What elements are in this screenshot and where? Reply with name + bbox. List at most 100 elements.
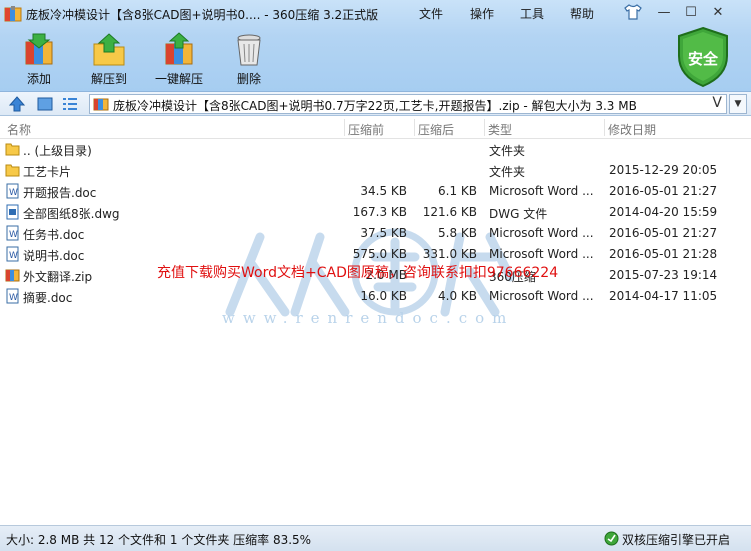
- file-name: .. (上级目录): [23, 144, 92, 158]
- file-name: 全部图纸8张.dwg: [23, 207, 120, 221]
- archive-icon: [93, 98, 109, 111]
- list-item[interactable]: W 开题报告.doc 34.5 KB 6.1 KB Microsoft Word…: [0, 181, 751, 202]
- add-label: 添加: [26, 72, 51, 86]
- column-divider[interactable]: [414, 119, 415, 136]
- thumbnail-view-icon[interactable]: [36, 95, 54, 113]
- file-size-after: 5.8 KB: [438, 226, 477, 240]
- file-list: 名称 压缩前 压缩后 类型 修改日期 .. (上级目录) 文件夹 工艺卡片 文件…: [0, 117, 751, 525]
- word-doc-icon: W: [6, 288, 19, 304]
- add-archive-icon: [25, 33, 53, 65]
- security-label: 安全: [687, 50, 718, 68]
- menu-tools[interactable]: 工具: [520, 5, 544, 22]
- watermark-red-text: 充值下载购买Word文档+CAD图原稿，咨询联系扣扣97666224: [157, 265, 559, 281]
- file-type: 文件夹: [489, 165, 526, 179]
- file-type: Microsoft Word ...: [489, 226, 594, 240]
- file-size-after: 6.1 KB: [438, 184, 477, 198]
- file-type: DWG 文件: [489, 207, 548, 221]
- list-item[interactable]: W 摘要.doc 16.0 KB 4.0 KB Microsoft Word .…: [0, 286, 751, 307]
- file-size-before: 16.0 KB: [360, 289, 407, 303]
- word-doc-icon: W: [6, 183, 19, 199]
- engine-status[interactable]: 双核压缩引擎已开启: [604, 530, 744, 548]
- file-type: Microsoft Word ...: [489, 247, 594, 261]
- file-date: 2014-04-20 15:59: [609, 205, 718, 219]
- file-date: 2016-05-01 21:27: [609, 226, 718, 240]
- file-type: Microsoft Word ...: [489, 184, 594, 198]
- address-text: 庞板冷冲模设计【含8张CAD图+说明书0.7万字22页,工艺卡,开题报告】.zi…: [113, 99, 637, 113]
- file-name: 外文翻译.zip: [23, 270, 93, 284]
- file-type: 文件夹: [489, 144, 526, 158]
- file-name: 说明书.doc: [23, 249, 85, 263]
- column-after[interactable]: 压缩后: [418, 121, 454, 138]
- dwg-file-icon: [6, 204, 19, 220]
- maximize-button[interactable]: ☐: [680, 3, 702, 23]
- menu-help[interactable]: 帮助: [570, 5, 594, 22]
- file-date: 2016-05-01 21:27: [609, 184, 718, 198]
- app-icon: [4, 6, 22, 22]
- column-date[interactable]: 修改日期: [608, 121, 656, 138]
- file-date: 2014-04-17 11:05: [609, 289, 718, 303]
- column-name[interactable]: 名称: [7, 121, 31, 138]
- file-size-before: 575.0 KB: [352, 247, 407, 261]
- column-header: 名称 压缩前 压缩后 类型 修改日期: [0, 117, 751, 139]
- column-divider[interactable]: [604, 119, 605, 136]
- extract-to-label: 解压到: [90, 72, 127, 86]
- list-item[interactable]: 工艺卡片 文件夹 2015-12-29 20:05: [0, 160, 751, 181]
- delete-label: 删除: [236, 72, 261, 86]
- menu-file[interactable]: 文件: [419, 5, 443, 22]
- address-v-button[interactable]: V: [712, 95, 722, 111]
- extract-folder-icon: [93, 33, 125, 66]
- list-item[interactable]: 全部图纸8张.dwg 167.3 KB 121.6 KB DWG 文件 2014…: [0, 202, 751, 223]
- file-date: 2015-12-29 20:05: [609, 163, 718, 177]
- path-bar: 庞板冷冲模设计【含8张CAD图+说明书0.7万字22页,工艺卡,开题报告】.zi…: [0, 92, 751, 116]
- delete-button[interactable]: 删除: [219, 32, 279, 88]
- window-title: 庞板冷冲模设计【含8张CAD图+说明书0.... - 360压缩 3.2正式版: [26, 8, 379, 22]
- word-doc-icon: W: [6, 246, 19, 262]
- list-view-icon[interactable]: [61, 95, 79, 113]
- list-item[interactable]: W 任务书.doc 37.5 KB 5.8 KB Microsoft Word …: [0, 223, 751, 244]
- minimize-button[interactable]: —: [653, 3, 675, 23]
- one-click-extract-label: 一键解压: [154, 72, 203, 86]
- file-size-before: 34.5 KB: [360, 184, 407, 198]
- file-name: 任务书.doc: [23, 228, 85, 242]
- column-divider[interactable]: [484, 119, 485, 136]
- column-divider[interactable]: [344, 119, 345, 136]
- file-size-after: 331.0 KB: [422, 247, 477, 261]
- title-bar: 庞板冷冲模设计【含8张CAD图+说明书0.... - 360压缩 3.2正式版 …: [0, 0, 751, 28]
- add-button[interactable]: 添加: [9, 32, 69, 88]
- status-summary: 大小: 2.8 MB 共 12 个文件和 1 个文件夹 压缩率 83.5%: [6, 533, 312, 547]
- list-item[interactable]: .. (上级目录) 文件夹: [0, 139, 751, 160]
- file-date: 2015-07-23 19:14: [609, 268, 718, 282]
- extract-to-button[interactable]: 解压到: [79, 32, 139, 88]
- svg-text:W: W: [9, 293, 18, 303]
- zip-file-icon: [5, 269, 20, 282]
- watermark-url: www.renrendoc.com: [222, 309, 515, 327]
- file-type: Microsoft Word ...: [489, 289, 594, 303]
- close-button[interactable]: ✕: [707, 3, 729, 23]
- skin-shirt-icon[interactable]: [624, 4, 642, 20]
- file-name: 工艺卡片: [23, 165, 72, 179]
- file-size-after: 4.0 KB: [438, 289, 477, 303]
- word-doc-icon: W: [6, 225, 19, 241]
- one-click-extract-icon: [165, 32, 193, 65]
- file-date: 2016-05-01 21:28: [609, 247, 718, 261]
- security-badge[interactable]: 安全: [675, 26, 731, 88]
- column-type[interactable]: 类型: [488, 121, 512, 138]
- file-size-after: 121.6 KB: [422, 205, 477, 219]
- trash-icon: [237, 34, 261, 66]
- header: 庞板冷冲模设计【含8张CAD图+说明书0.... - 360压缩 3.2正式版 …: [0, 0, 751, 92]
- folder-icon: [5, 143, 20, 156]
- svg-text:W: W: [9, 188, 18, 198]
- folder-icon: [5, 164, 20, 177]
- file-size-before: 37.5 KB: [360, 226, 407, 240]
- svg-text:W: W: [9, 230, 18, 240]
- engine-label: 双核压缩引擎已开启: [622, 533, 731, 547]
- engine-icon: [604, 531, 619, 546]
- up-arrow-icon[interactable]: [8, 95, 26, 113]
- file-size-before: 167.3 KB: [352, 205, 407, 219]
- address-field[interactable]: 庞板冷冲模设计【含8张CAD图+说明书0.7万字22页,工艺卡,开题报告】.zi…: [89, 94, 727, 114]
- menu-operate[interactable]: 操作: [470, 5, 494, 22]
- column-before[interactable]: 压缩前: [348, 121, 384, 138]
- file-name: 摘要.doc: [23, 291, 73, 305]
- address-dropdown[interactable]: ▼: [729, 94, 747, 114]
- one-click-extract-button[interactable]: 一键解压: [149, 32, 209, 88]
